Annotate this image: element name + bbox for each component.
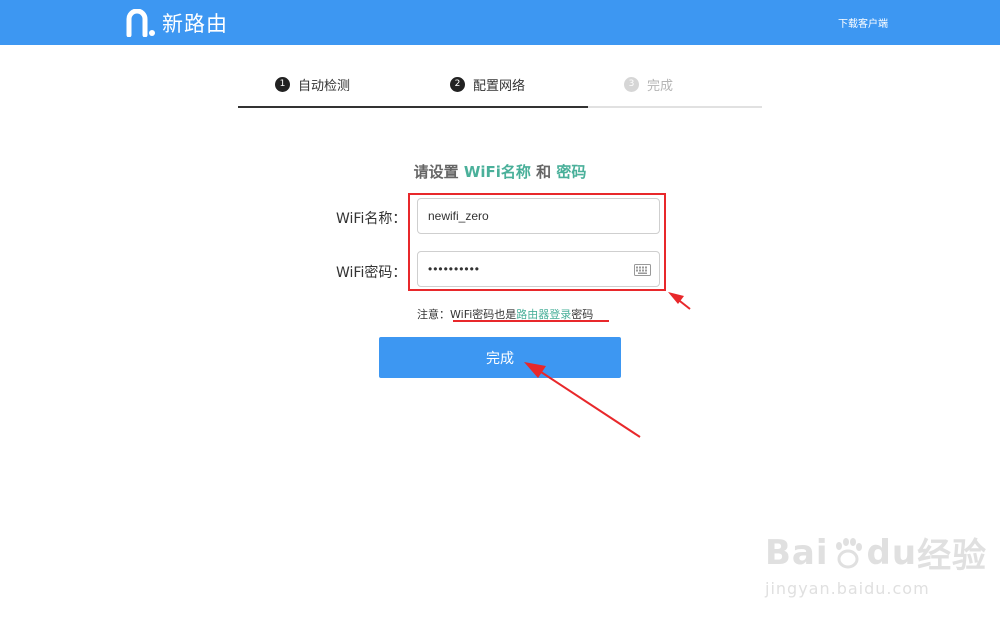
step-auto-detect: 1 自动检测 (275, 66, 350, 102)
logo-icon (126, 9, 155, 37)
baidu-watermark: Bai du 经验 jingyan.baidu.com (765, 528, 988, 599)
step-label: 完成 (647, 78, 674, 94)
step-number: 3 (624, 76, 639, 92)
heading-password: 密码 (556, 163, 587, 181)
progress-line-active (238, 106, 588, 108)
step-label: 自动检测 (298, 78, 351, 94)
finish-button[interactable]: 完成 (379, 337, 621, 378)
top-bar: 新路由 下载客户端 (0, 0, 1000, 45)
watermark-prefix: Bai (765, 532, 829, 573)
note-prefix: 注意： (417, 308, 450, 321)
annotation-underline (453, 320, 609, 322)
form-heading: 请设置 WiFi名称 和 密码 (0, 161, 1000, 182)
watermark-du: du (866, 532, 918, 573)
download-client-link[interactable]: 下载客户端 (838, 15, 888, 30)
step-configure-network: 2 配置网络 (450, 66, 525, 102)
annotation-arrow-to-box (668, 292, 691, 310)
logo-text: 新路由 (162, 12, 228, 36)
wifi-name-label: WiFi名称： (336, 211, 407, 227)
heading-prefix: 请设置 (413, 163, 464, 181)
logo[interactable]: 新路由 (126, 8, 228, 38)
annotation-highlight-box (408, 193, 666, 291)
wifi-password-label: WiFi密码： (336, 265, 407, 281)
progress-line-pending (588, 106, 762, 108)
step-number: 2 (450, 76, 465, 92)
setup-steps: 1 自动检测 2 配置网络 3 完成 (238, 66, 762, 108)
heading-and: 和 (530, 163, 557, 181)
paw-icon (835, 537, 862, 568)
heading-wifi-name: WiFi名称 (463, 163, 531, 181)
watermark-url: jingyan.baidu.com (765, 579, 930, 598)
step-number: 1 (275, 76, 290, 92)
step-finish: 3 完成 (624, 66, 673, 102)
watermark-suffix: 经验 (917, 536, 988, 576)
step-label: 配置网络 (473, 78, 526, 94)
